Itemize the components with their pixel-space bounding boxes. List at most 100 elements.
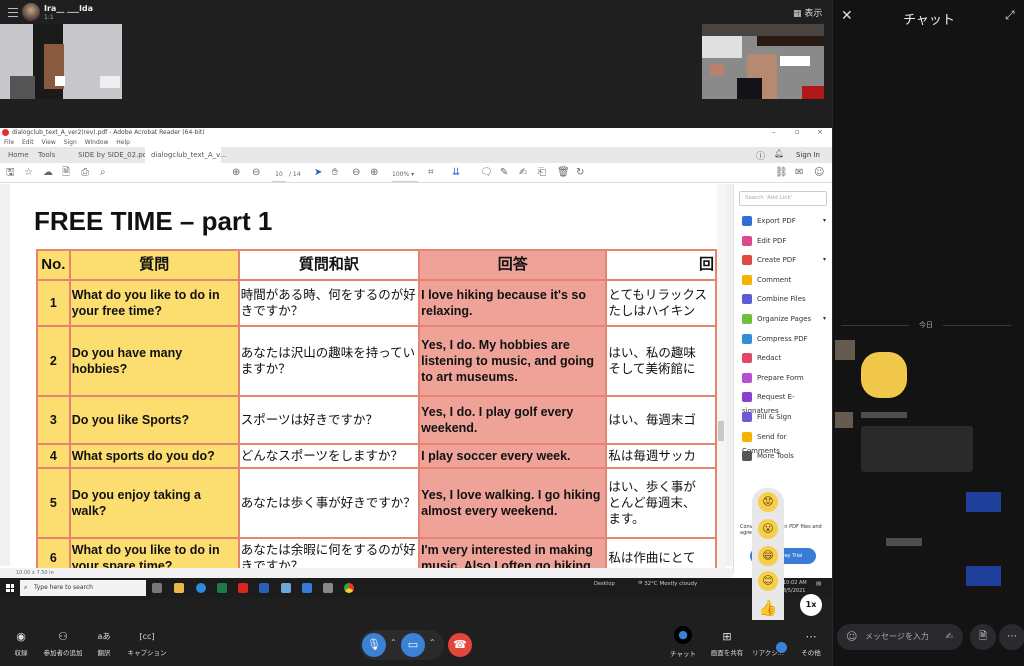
more-button[interactable]: ⋯ その他 xyxy=(797,630,825,657)
camera-button[interactable]: ▭ xyxy=(401,633,425,657)
tool-request-e-signatures[interactable]: Request E-signatures xyxy=(742,390,826,415)
hamburger-menu-icon[interactable] xyxy=(8,8,18,17)
tool-create-pdf[interactable]: Create PDF ▾ xyxy=(742,253,826,267)
sign-in-button[interactable]: Sign In xyxy=(796,151,820,159)
app-icon[interactable] xyxy=(281,583,291,593)
camera-options-caret-icon[interactable]: ⌃ xyxy=(429,638,436,647)
participant-video-tile-1[interactable] xyxy=(0,24,122,99)
hand-tool-icon[interactable]: ✋︎ xyxy=(332,167,338,179)
task-view-icon[interactable] xyxy=(152,583,162,593)
participant-video-tile-2[interactable] xyxy=(702,24,824,99)
delete-icon[interactable]: 🗑︎ xyxy=(557,167,570,179)
thumbs-up-reaction-icon[interactable]: 👍 xyxy=(758,598,778,618)
captions-button[interactable]: [cc] キャプション xyxy=(124,630,170,657)
stamp-icon[interactable]: ⎗ xyxy=(538,167,546,179)
format-text-icon[interactable]: ✍︎ xyxy=(945,624,953,650)
bookmark-star-icon[interactable]: ☆ xyxy=(24,167,33,179)
print-icon[interactable]: ⎙ xyxy=(81,167,89,179)
windows-start-icon[interactable] xyxy=(6,584,14,592)
rotate-icon[interactable]: ↻ xyxy=(576,167,584,179)
zoom-in-icon[interactable]: ⊕ xyxy=(370,167,378,179)
tool-prepare-form[interactable]: Prepare Form xyxy=(742,371,826,385)
chrome-icon[interactable] xyxy=(344,583,354,593)
save-icon[interactable]: 🖫 xyxy=(6,167,15,179)
minimize-button[interactable]: – xyxy=(772,128,776,136)
playback-speed-badge[interactable]: 1x xyxy=(800,594,822,616)
edit-reaction-badge-icon[interactable] xyxy=(776,642,787,653)
scrollbar-thumb[interactable] xyxy=(718,421,724,441)
record-button[interactable]: ◉ 収録 xyxy=(10,630,32,657)
edge-icon[interactable] xyxy=(196,583,206,593)
tool-send-for-comments[interactable]: Send for Comments xyxy=(742,430,826,455)
file-explorer-icon[interactable] xyxy=(174,583,184,593)
marquee-tool-icon[interactable]: ⌗ xyxy=(428,167,434,179)
chevron-down-icon[interactable]: ▾ xyxy=(823,214,826,228)
account-icon[interactable]: ☺ xyxy=(814,167,824,179)
page-down-icon[interactable]: ⊖ xyxy=(252,167,260,179)
chat-more-button[interactable]: ⋯ xyxy=(999,624,1024,650)
scroll-mode-icon[interactable]: ⇊ xyxy=(452,167,460,179)
clock-time[interactable]: 10:02 AM xyxy=(783,580,807,586)
zoom-out-icon[interactable]: ⊖ xyxy=(352,167,360,179)
add-participant-button[interactable]: ⚇ 参加者の追加 xyxy=(40,630,86,657)
tool-more-tools[interactable]: More Tools xyxy=(742,449,826,463)
sign-icon[interactable]: ✍︎ xyxy=(519,167,527,179)
acrobat-taskbar-icon[interactable] xyxy=(238,583,248,593)
search-icon[interactable]: ⌕ xyxy=(100,167,106,179)
page-number-input[interactable]: 10 xyxy=(272,169,286,182)
maximize-button[interactable]: ▫ xyxy=(795,128,800,136)
tool-comment[interactable]: Comment xyxy=(742,273,826,287)
tools-search-input[interactable]: Search 'Add Link' xyxy=(739,191,827,206)
skype-icon[interactable] xyxy=(302,583,312,593)
expand-chat-icon[interactable]: ⤢ xyxy=(1005,8,1015,23)
tab-side-by-side[interactable]: SIDE by SIDE_02.pdf xyxy=(72,147,156,163)
translate-button[interactable]: aあ 翻訳 xyxy=(94,630,114,657)
menu-file[interactable]: File xyxy=(4,139,14,146)
chat-message-input[interactable]: ☺ メッセージを入力 ✍︎ xyxy=(837,624,963,650)
page-up-icon[interactable]: ⊕ xyxy=(232,167,240,179)
word-icon[interactable] xyxy=(259,583,269,593)
tab-tools[interactable]: Tools xyxy=(32,147,61,163)
tool-edit-pdf[interactable]: Edit PDF xyxy=(742,234,826,248)
taskbar-search-input[interactable]: ⌕ Type here to search xyxy=(20,580,146,596)
help-icon[interactable]: ⓘ xyxy=(756,149,765,162)
select-cursor-icon[interactable]: ➤ xyxy=(314,167,322,179)
end-call-button[interactable]: ☎︎ xyxy=(448,633,472,657)
tool-combine-files[interactable]: Combine Files xyxy=(742,292,826,306)
tool-fill-sign[interactable]: Fill & Sign xyxy=(742,410,826,424)
notification-bell-icon[interactable]: 🔔︎ xyxy=(774,149,784,158)
menu-view[interactable]: View xyxy=(42,139,56,146)
weather-widget[interactable]: ⛅︎ 32°C Mostly cloudy xyxy=(638,581,697,588)
menu-window[interactable]: Window xyxy=(85,139,109,146)
pdf-page[interactable]: FREE TIME – part 1 No. 質問 質問和訳 回答 回 1 Wha… xyxy=(10,184,717,574)
menu-sign[interactable]: Sign xyxy=(64,139,77,146)
chevron-down-icon[interactable]: ▾ xyxy=(823,312,826,326)
chevron-down-icon[interactable]: ▾ xyxy=(823,253,826,267)
app-icon-2[interactable] xyxy=(323,583,333,593)
tool-compress-pdf[interactable]: Compress PDF xyxy=(742,332,826,346)
view-layout-button[interactable]: ▦ 表示 xyxy=(793,6,822,19)
desktop-toolbar[interactable]: Desktop xyxy=(594,581,615,587)
menu-edit[interactable]: Edit xyxy=(22,139,34,146)
laugh-reaction-icon[interactable]: 😄 xyxy=(758,546,778,566)
tool-redact[interactable]: Redact xyxy=(742,351,826,365)
attach-file-button[interactable]: 🗎 xyxy=(970,624,996,650)
microphone-button[interactable]: 🎙︎ xyxy=(362,633,386,657)
menu-help[interactable]: Help xyxy=(116,139,130,146)
upload-cloud-icon[interactable]: ☁ xyxy=(43,167,53,179)
vertical-scrollbar[interactable] xyxy=(717,184,726,574)
share-screen-button[interactable]: ⊞ 画面を共有 xyxy=(706,630,748,657)
smile-reaction-icon[interactable]: 😊 xyxy=(758,571,778,591)
document-icon[interactable]: 🗎 xyxy=(62,167,70,179)
excel-icon[interactable] xyxy=(217,583,227,593)
chat-button[interactable]: ● チャット xyxy=(668,626,698,658)
email-icon[interactable]: ✉ xyxy=(795,167,803,179)
pen-icon[interactable]: ✎ xyxy=(500,167,508,179)
zoom-level-select[interactable]: 100% ▾ xyxy=(392,169,418,182)
emoji-picker-icon[interactable]: ☺ xyxy=(846,624,857,650)
worried-reaction-icon[interactable]: 😟 xyxy=(758,492,778,512)
surprised-reaction-icon[interactable]: 😮 xyxy=(758,519,778,539)
comment-icon[interactable]: 🗨︎ xyxy=(480,167,493,179)
tool-export-pdf[interactable]: Export PDF ▾ xyxy=(742,214,826,228)
tab-dialogclub[interactable]: dialogclub_text_A_v... × xyxy=(145,147,226,175)
